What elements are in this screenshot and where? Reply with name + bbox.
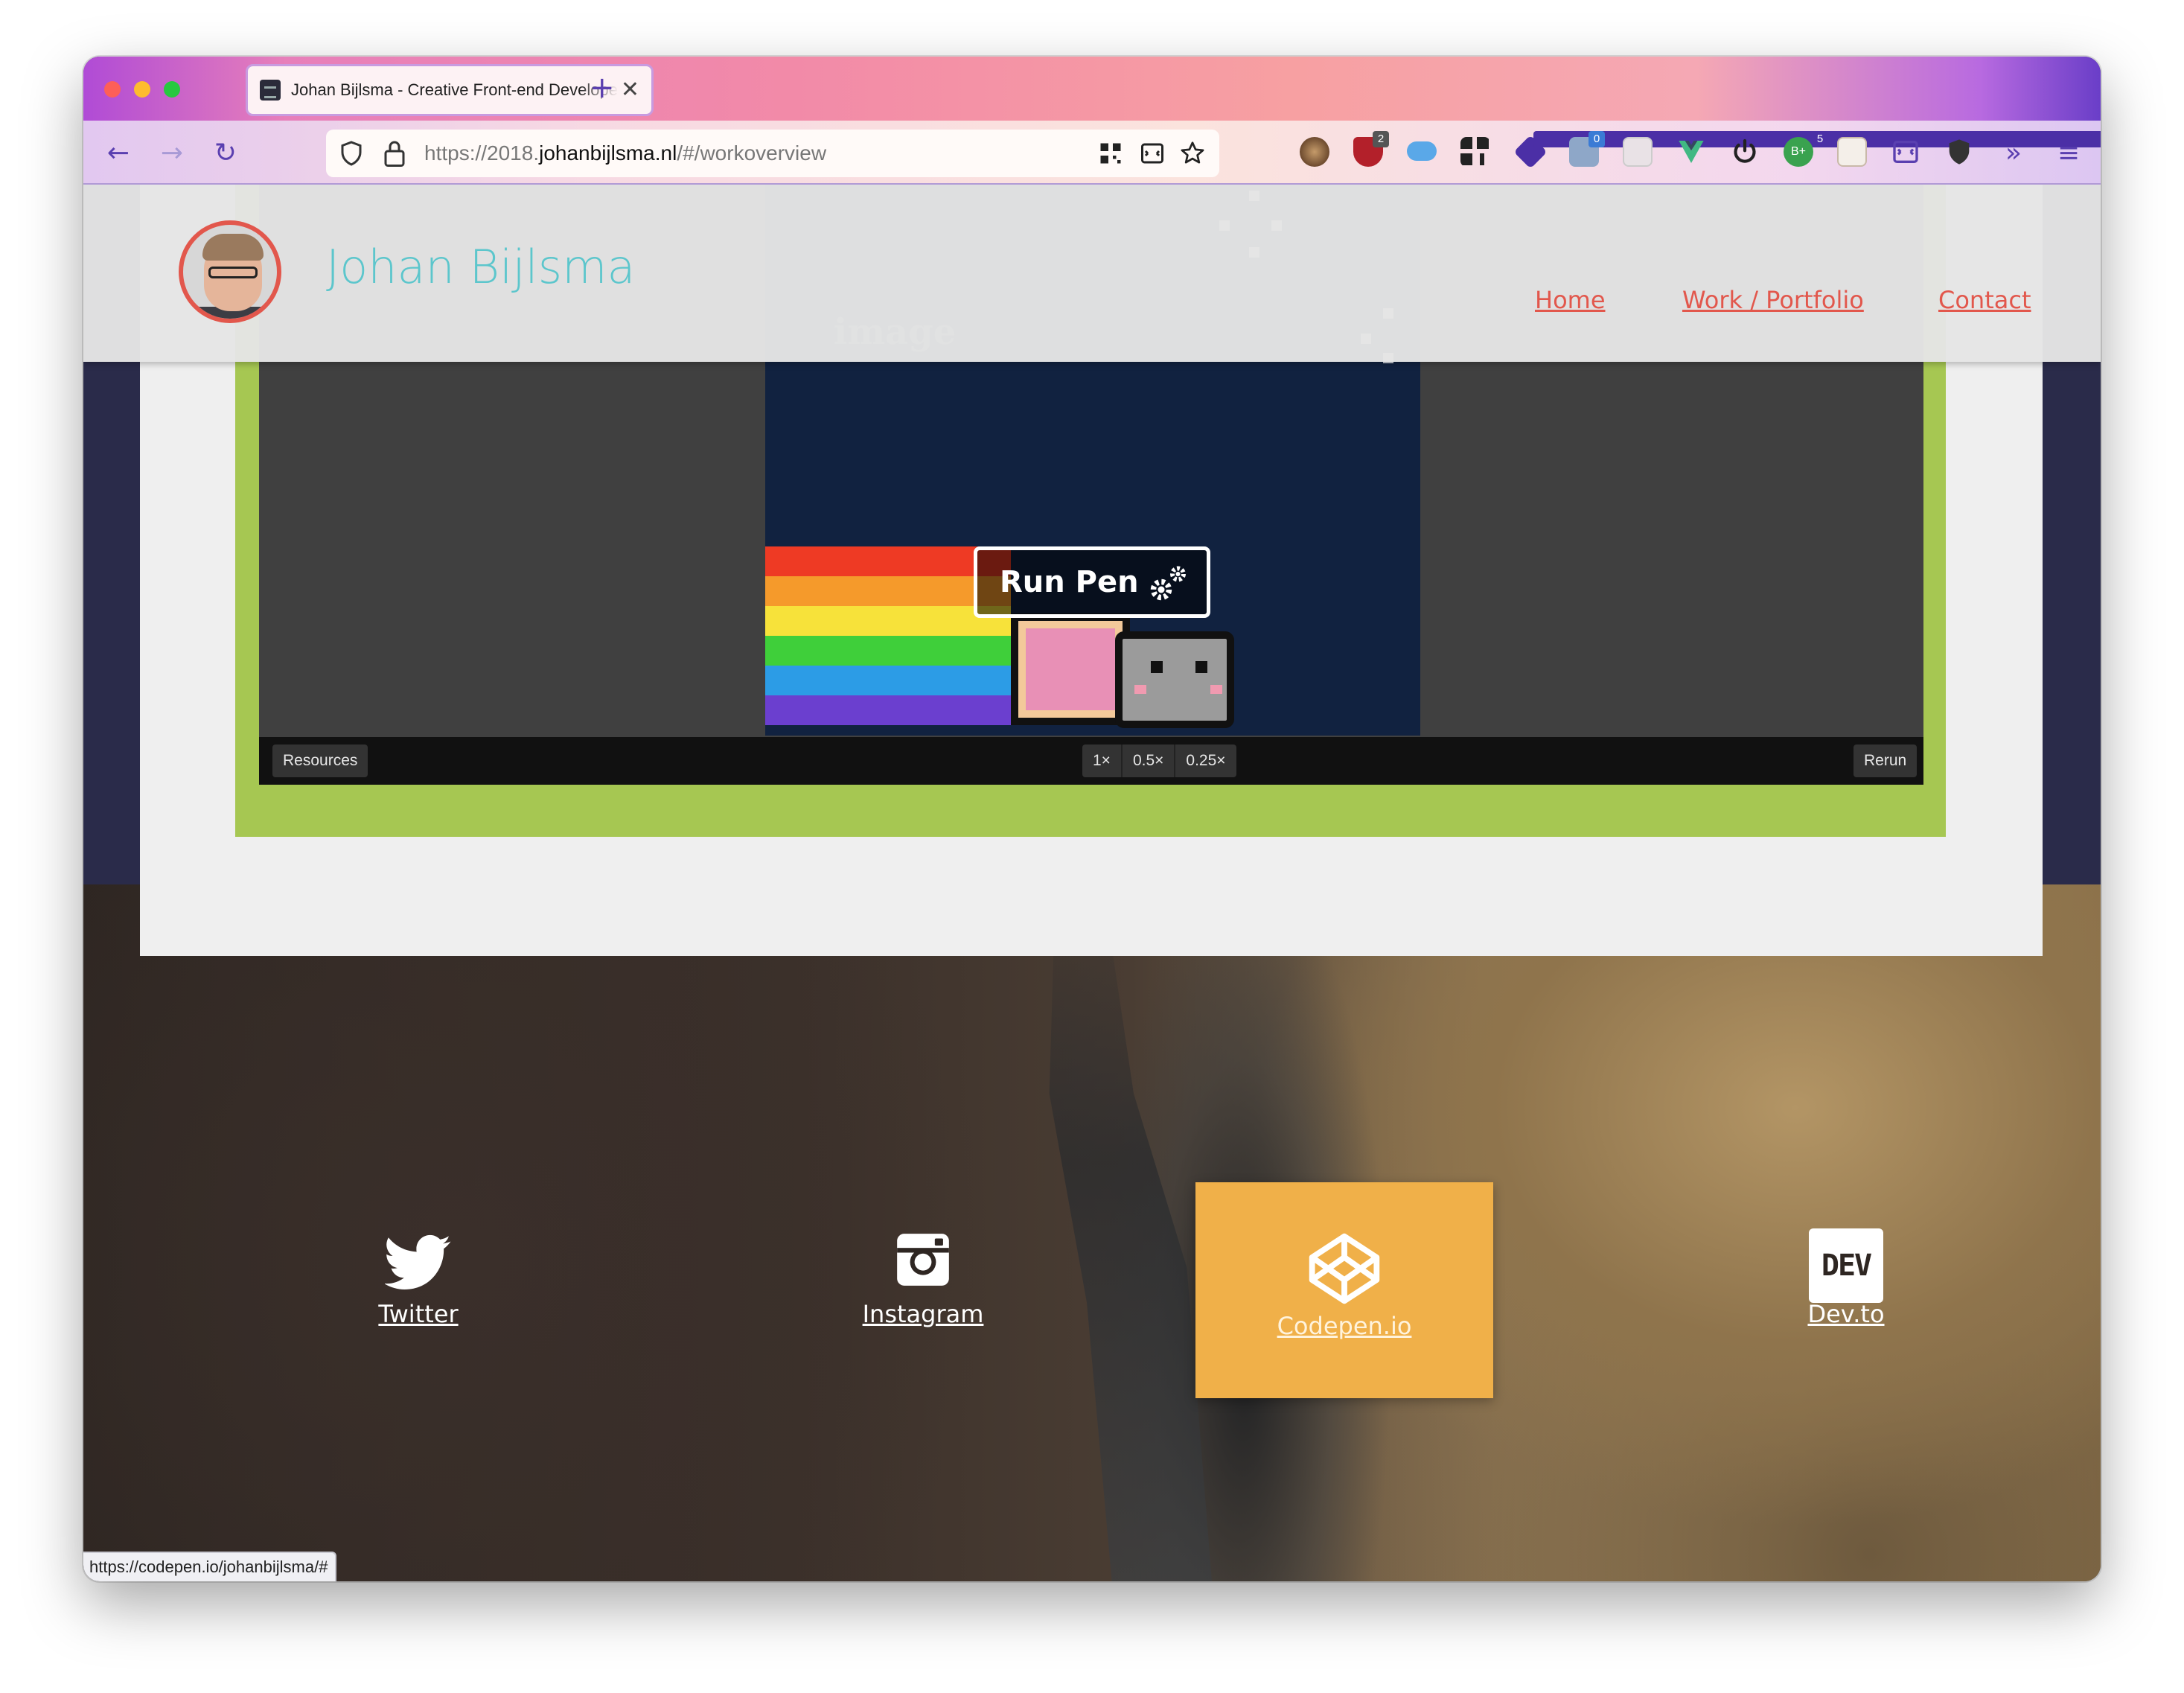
grade-extension-icon[interactable]: B+ (1784, 137, 1813, 167)
app-menu-button[interactable]: ≡ (2050, 134, 2087, 171)
zoom-1x-button[interactable]: 1× (1082, 745, 1123, 777)
forward-button[interactable]: → (153, 134, 191, 171)
social-label: Instagram (862, 1300, 984, 1328)
nav-link-home[interactable]: Home (1535, 286, 1606, 314)
run-pen-label: Run Pen (1000, 565, 1139, 599)
url-text[interactable]: https://2018.johanbijlsma.nl/#/workoverv… (424, 141, 826, 165)
devto-icon: DEV (1809, 1228, 1883, 1303)
reload-button[interactable]: ↻ (207, 134, 244, 171)
close-icon[interactable]: ✕ (621, 77, 639, 103)
gears-icon (1150, 566, 1186, 601)
grade-label: B+ (1790, 145, 1806, 158)
resources-button[interactable]: Resources (272, 745, 368, 777)
react-extension-icon[interactable] (1623, 137, 1653, 167)
site-title[interactable]: Johan Bijlsma (326, 240, 635, 294)
social-link-devto[interactable]: DEV Dev.to (1697, 1182, 1995, 1398)
tab-title: Johan Bijlsma - Creative Front-end Devel… (291, 80, 619, 99)
site-header: Johan Bijlsma Home Work / Portfolio Cont… (83, 185, 2101, 362)
social-label: Dev.to (1807, 1300, 1885, 1328)
terminal-icon (260, 80, 281, 101)
codepen-icon (1309, 1233, 1380, 1304)
url-bar[interactable]: https://2018.johanbijlsma.nl/#/workoverv… (326, 130, 1219, 177)
minimize-window-button[interactable] (134, 81, 150, 98)
url-path: /#/workoverview (677, 141, 827, 165)
instagram-icon (897, 1234, 949, 1286)
window-extension-icon[interactable] (1837, 137, 1867, 167)
ublock-badge: 2 (1373, 131, 1389, 147)
rerun-button[interactable]: Rerun (1853, 745, 1918, 777)
tab-bar: Johan Bijlsma - Creative Front-end Devel… (83, 57, 2101, 121)
cat-head (1115, 631, 1234, 728)
social-link-twitter[interactable]: Twitter (269, 1182, 567, 1398)
new-tab-button[interactable]: + (590, 71, 615, 104)
zoom-0-25x-button[interactable]: 0.25× (1175, 745, 1236, 777)
shield-icon[interactable] (338, 140, 365, 167)
zoom-0-5x-button[interactable]: 0.5× (1122, 745, 1176, 777)
zoom-window-button[interactable] (164, 81, 180, 98)
nav-link-contact[interactable]: Contact (1938, 286, 2031, 314)
ublock-extension-icon[interactable]: 2 (1353, 131, 1389, 167)
zoom-button-group: 1× 0.5× 0.25× (1082, 745, 1236, 777)
avatar[interactable] (179, 220, 281, 323)
qr-code-icon[interactable] (1097, 140, 1124, 167)
twitter-icon (385, 1234, 451, 1289)
url-prefix: https://2018. (424, 141, 540, 165)
lock-icon[interactable] (381, 138, 408, 168)
status-bar-url: https://codepen.io/johanbijlsma/# (83, 1552, 337, 1581)
pen-toolbar: Resources 1× 0.5× 0.25× Rerun (259, 737, 1923, 785)
shield-extension-icon[interactable] (1944, 137, 1974, 167)
overflow-menu-button[interactable]: » (1995, 134, 2032, 171)
avatar-extension-icon[interactable] (1300, 137, 1329, 167)
close-window-button[interactable] (104, 81, 121, 98)
browser-window: Johan Bijlsma - Creative Front-end Devel… (83, 57, 2101, 1581)
url-domain: johanbijlsma.nl (539, 141, 677, 165)
page-viewport: image (83, 185, 2101, 1581)
navigation-toolbar: ← → ↻ https://2018.johanbijlsma.nl/#/wor… (83, 121, 2101, 185)
responsive-extension-icon[interactable] (1891, 137, 1920, 167)
puzzle-badge: 0 (1588, 131, 1605, 147)
run-pen-button[interactable]: Run Pen (974, 546, 1210, 618)
vue-extension-icon[interactable] (1676, 137, 1706, 167)
nav-link-work-portfolio[interactable]: Work / Portfolio (1682, 286, 1864, 314)
poptart-body (1011, 613, 1130, 725)
social-link-codepen[interactable]: Codepen.io (1195, 1182, 1493, 1398)
back-button[interactable]: ← (100, 134, 137, 171)
social-link-instagram[interactable]: Instagram (774, 1182, 1072, 1398)
grid-plus-extension-icon[interactable] (1460, 137, 1490, 167)
social-label: Codepen.io (1277, 1312, 1412, 1340)
puzzle-extension-icon[interactable]: 0 (1569, 131, 1605, 167)
power-extension-icon[interactable] (1730, 137, 1760, 167)
bookmark-star-icon[interactable] (1179, 140, 1206, 167)
reader-view-icon[interactable] (1139, 140, 1166, 167)
social-label: Twitter (378, 1300, 459, 1328)
cloud-extension-icon[interactable] (1407, 141, 1437, 161)
